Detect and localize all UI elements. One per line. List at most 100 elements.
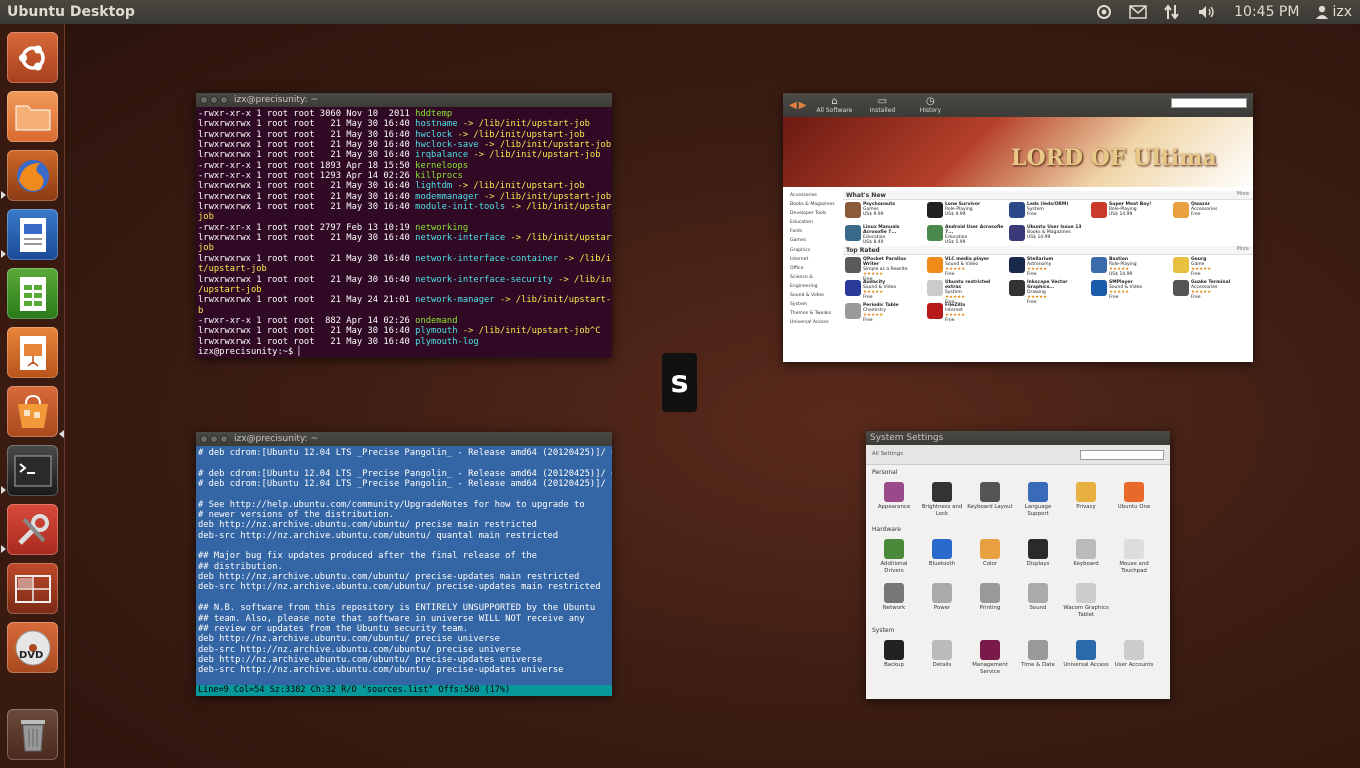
minimize-icon[interactable]	[210, 435, 218, 443]
search-input[interactable]	[1080, 450, 1164, 460]
terminal-window-ls[interactable]: izx@precisunity: ~ -rwxr-xr-x 1 root roo…	[196, 93, 612, 358]
category-item[interactable]: Themes & Tweaks	[790, 309, 841, 318]
launcher-workspace-switcher[interactable]	[7, 563, 58, 614]
app-tile[interactable]: Guake Terminal Accessories ★★★★★ Free	[1171, 278, 1253, 301]
search-input[interactable]	[1171, 98, 1247, 108]
launcher-libreoffice-impress[interactable]	[7, 327, 58, 378]
close-icon[interactable]	[200, 435, 208, 443]
launcher-dash-home[interactable]	[7, 32, 58, 83]
launcher-dvd[interactable]: DVD	[7, 622, 58, 673]
settings-item[interactable]: Backup	[870, 636, 918, 680]
settings-item[interactable]: User Accounts	[1110, 636, 1158, 680]
app-tile[interactable]: Periodic Table Chemistry ★★★★★ Free	[843, 301, 925, 324]
terminal-window-sources[interactable]: izx@precisunity: ~ # deb cdrom:[Ubuntu 1…	[196, 432, 612, 696]
user-menu[interactable]: izx	[1316, 4, 1352, 20]
settings-item[interactable]: Displays	[1014, 535, 1062, 579]
editor-text[interactable]: # deb cdrom:[Ubuntu 12.04 LTS _Precise P…	[196, 446, 612, 676]
more-button[interactable]: More	[1237, 246, 1249, 252]
app-tile[interactable]: Audacity Sound & Video ★★★★★ Free	[843, 278, 925, 301]
settings-item[interactable]: Universal Access	[1062, 636, 1110, 680]
settings-item[interactable]: Details	[918, 636, 966, 680]
app-tile[interactable]: Linux Manuals Acrosofie 7... Education US$…	[843, 223, 925, 246]
app-tile[interactable]: Gourg Game ★★★★★ Free	[1171, 255, 1253, 278]
launcher-software-center[interactable]	[7, 386, 58, 437]
app-tile[interactable]: Stellarium Astronomy ★★★★★ Free	[1007, 255, 1089, 278]
app-tile[interactable]: Ubuntu restricted extras System ★★★★★ Free	[925, 278, 1007, 305]
settings-item[interactable]: Mouse and Touchpad	[1110, 535, 1158, 579]
tab-history[interactable]: ◷ History	[910, 96, 950, 114]
settings-item[interactable]: Keyboard Layout	[966, 478, 1014, 522]
tab-all-software[interactable]: ⌂ All Software	[814, 96, 854, 114]
category-item[interactable]: Office	[790, 264, 841, 273]
ubuntu-one-icon[interactable]	[1096, 4, 1112, 20]
launcher-home-folder[interactable]	[7, 91, 58, 142]
app-tile[interactable]: Android User Acrosofie 7... Education US$ …	[925, 223, 1007, 246]
settings-item[interactable]: Sound	[1014, 579, 1062, 623]
app-tile[interactable]: Qwazar Accessories Free	[1171, 200, 1253, 223]
app-tile[interactable]: Psychonauts Games US$ 9.99	[843, 200, 925, 223]
app-tile[interactable]: SMPlayer Sound & Video ★★★★★ Free	[1089, 278, 1171, 301]
category-item[interactable]: Graphics	[790, 246, 841, 255]
settings-item[interactable]: Network	[870, 579, 918, 623]
back-arrow-icon[interactable]: ◀	[789, 100, 797, 111]
category-item[interactable]: System	[790, 300, 841, 309]
settings-item[interactable]: Bluetooth	[918, 535, 966, 579]
app-tile[interactable]: FileZilla Internet ★★★★★ Free	[925, 301, 1007, 324]
settings-item[interactable]: Brightness and Lock	[918, 478, 966, 522]
settings-item[interactable]: Privacy	[1062, 478, 1110, 522]
maximize-icon[interactable]	[220, 435, 228, 443]
all-settings-button[interactable]: All Settings	[872, 451, 903, 457]
launcher-trash[interactable]	[7, 709, 58, 760]
category-item[interactable]: Developer Tools	[790, 209, 841, 218]
minimize-icon[interactable]	[210, 96, 218, 104]
settings-item[interactable]: Ubuntu One	[1110, 478, 1158, 522]
category-item[interactable]: Games	[790, 236, 841, 245]
settings-item[interactable]: Time & Date	[1014, 636, 1062, 680]
settings-item[interactable]: Additional Drivers	[870, 535, 918, 579]
app-tile[interactable]: Ubuntu User Issue 13 Books & Magazines US$…	[1007, 223, 1089, 246]
launcher-libreoffice-writer[interactable]	[7, 209, 58, 260]
settings-item[interactable]: Color	[966, 535, 1014, 579]
close-icon[interactable]	[200, 96, 208, 104]
category-item[interactable]: Education	[790, 218, 841, 227]
volume-icon[interactable]	[1197, 4, 1217, 20]
settings-item[interactable]: Language Support	[1014, 478, 1062, 522]
network-icon[interactable]	[1164, 4, 1180, 20]
maximize-icon[interactable]	[220, 96, 228, 104]
category-item[interactable]: Internet	[790, 255, 841, 264]
launcher-firefox[interactable]	[7, 150, 58, 201]
app-tile[interactable]: Bastion Role-Playing ★★★★★ US$ 14.99	[1089, 255, 1171, 278]
category-item[interactable]: Books & Magazines	[790, 200, 841, 209]
category-item[interactable]: Accessories	[790, 191, 841, 200]
settings-item[interactable]: Wacom Graphics Tablet	[1062, 579, 1110, 623]
launcher-terminal[interactable]	[7, 445, 58, 496]
category-item[interactable]: Science & Engineering	[790, 273, 841, 291]
category-item[interactable]: Universal Access	[790, 318, 841, 327]
settings-item[interactable]: Printing	[966, 579, 1014, 623]
window-titlebar[interactable]: izx@precisunity: ~	[196, 93, 612, 107]
clock[interactable]: 10:45 PM	[1234, 4, 1299, 20]
window-titlebar[interactable]: System Settings	[866, 431, 1170, 445]
system-settings-window[interactable]: System Settings All Settings Personal App…	[866, 431, 1170, 699]
launcher-system-settings[interactable]	[7, 504, 58, 555]
mail-icon[interactable]	[1129, 5, 1147, 19]
app-tile[interactable]: QPocket Parallax Writer Simple as a Rewri…	[843, 255, 925, 282]
more-button[interactable]: More	[1237, 191, 1249, 197]
window-titlebar[interactable]: izx@precisunity: ~	[196, 432, 612, 446]
settings-item[interactable]: Appearance	[870, 478, 918, 522]
featured-banner[interactable]: LORD OF Ultima	[783, 117, 1253, 187]
settings-item[interactable]: Power	[918, 579, 966, 623]
app-tile[interactable]: Lone Survivor Role-Playing US$ 9.99	[925, 200, 1007, 223]
launcher-libreoffice-calc[interactable]	[7, 268, 58, 319]
forward-arrow-icon[interactable]: ▶	[799, 100, 807, 111]
app-tile[interactable]: Super Meat Boy! Role-Playing US$ 14.99	[1089, 200, 1171, 223]
app-tile[interactable]: VLC media player Sound & Video ★★★★★ Free	[925, 255, 1007, 278]
terminal-output[interactable]: -rwxr-xr-x 1 root root 3060 Nov 10 2011 …	[196, 107, 612, 357]
settings-item[interactable]: Keyboard	[1062, 535, 1110, 579]
category-item[interactable]: Sound & Video	[790, 291, 841, 300]
category-item[interactable]: Fonts	[790, 227, 841, 236]
app-tile[interactable]: Leds (leds/ORM) System Free	[1007, 200, 1089, 223]
settings-item[interactable]: Management Service	[966, 636, 1014, 680]
software-center-window[interactable]: ◀ ▶ ⌂ All Software ▭ Installed ◷ History LOR…	[783, 93, 1253, 362]
app-tile[interactable]: Inkscape Vector Graphics... Drawing ★★★★★ F…	[1007, 278, 1089, 305]
